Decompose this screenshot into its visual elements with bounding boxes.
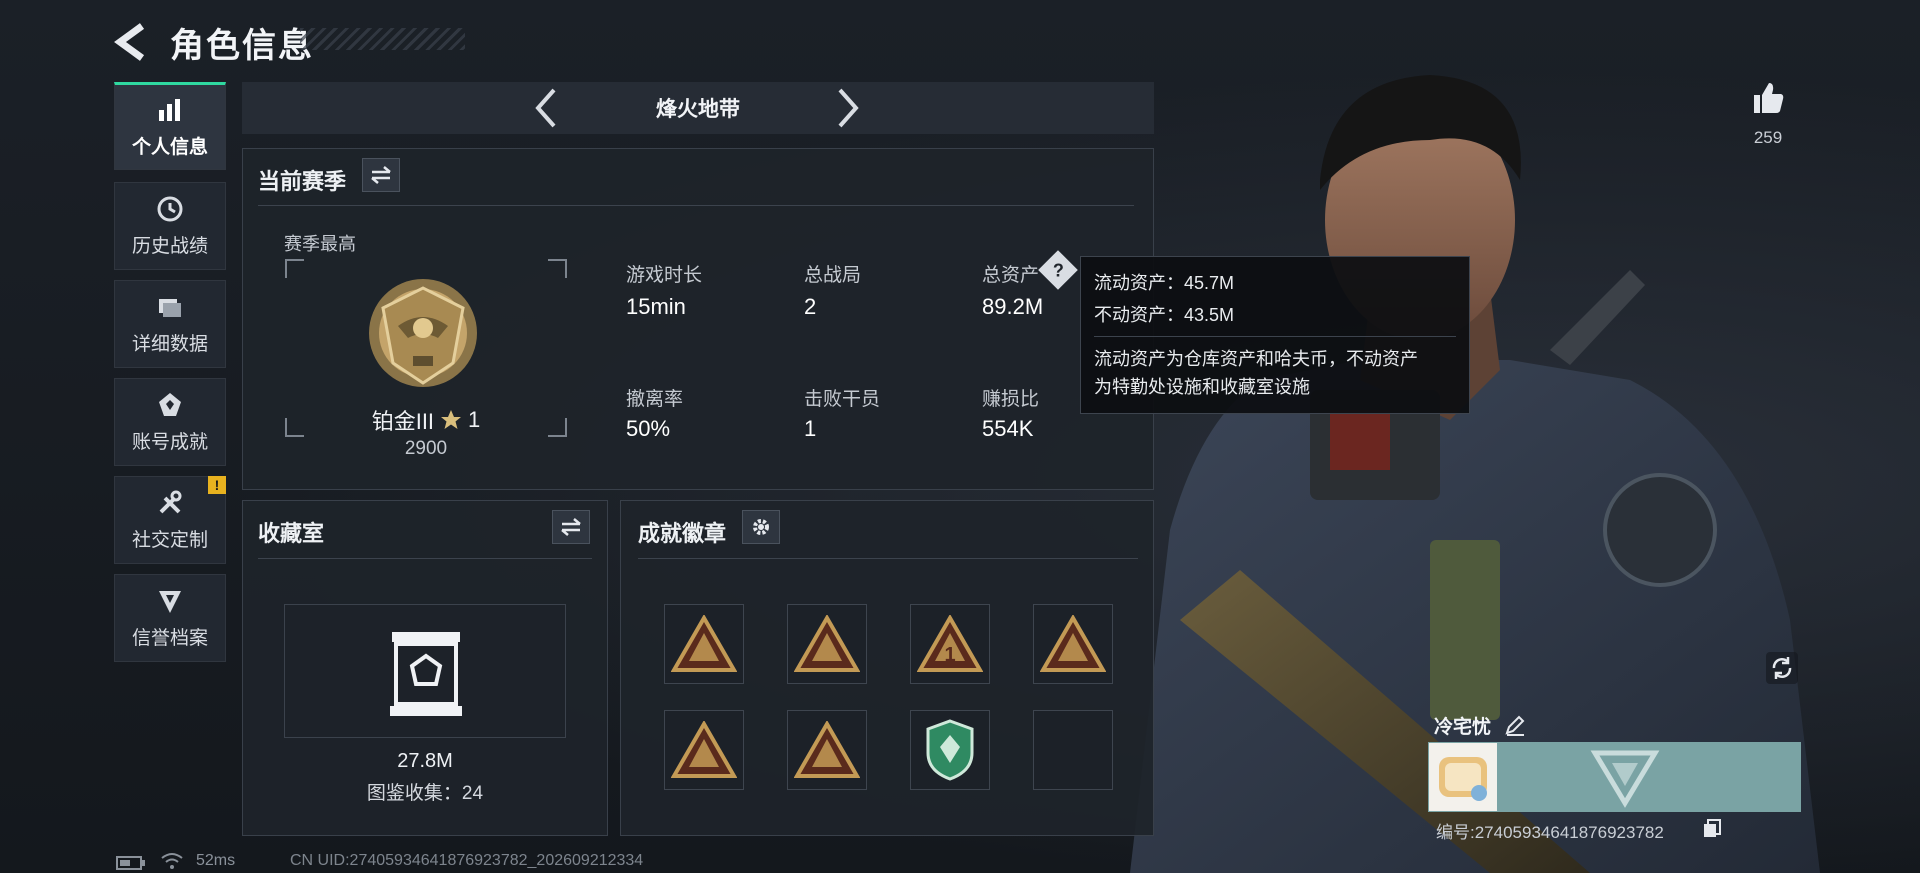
rank-line: 铂金III 1 [284,404,568,436]
stat-value-extract-rate: 50% [626,416,671,441]
edit-pencil-icon[interactable] [1504,714,1526,736]
wifi-icon [161,853,183,869]
badge-slot[interactable] [787,710,867,790]
collection-value: 27.8M [397,750,453,772]
swap-collection-button[interactable] [552,510,590,544]
sidebar-item-history[interactable]: 历史战绩 [114,182,226,270]
shield-badge-icon [926,719,974,781]
season-best-label: 赛季最高 [284,234,356,254]
chevron-left-icon[interactable] [532,86,562,130]
avatar[interactable] [1429,743,1497,811]
triangle-badge-icon: 1 [917,615,983,672]
badge-slot[interactable] [1033,604,1113,684]
triangle-badge-icon [794,721,860,778]
triangle-badge-icon [794,615,860,672]
stat-label-kills: 击败干员 [804,389,881,410]
sidebar-item-label: 账号成就 [131,431,208,453]
sidebar-item-label: 个人信息 [131,136,208,158]
tooltip-desc-2: 为特勤处设施和收藏室设施 [1094,377,1310,397]
sidebar-item-label: 信誉档案 [131,627,208,649]
divider [638,558,1138,559]
player-name: 冷宅忧 [1434,717,1492,738]
like-count: 259 [1753,128,1783,147]
history-clock-icon [157,196,183,221]
display-case-icon [390,632,462,716]
rank-emblem-icon [369,279,477,387]
back-arrow-icon[interactable] [112,22,152,62]
swap-icon [371,166,391,184]
badge-number: 1 [944,644,955,666]
badge-slot[interactable] [1033,710,1113,790]
sidebar-item-label: 详细数据 [131,333,208,355]
sidebar-item-label: 历史战绩 [131,235,208,257]
stat-label-profit-ratio: 赚损比 [982,389,1040,410]
battery-icon [116,856,145,870]
bread-avatar-icon [1439,757,1487,801]
badge-slot[interactable]: 1 [910,604,990,684]
shield-emblem-icon [159,590,181,613]
triangle-badge-icon [671,615,737,672]
stat-value-profit-ratio: 554K [982,416,1034,441]
sidebar-item-label: 社交定制 [131,529,208,551]
tooltip-fixed: 不动资产：43.5M [1094,305,1235,325]
gear-icon [753,519,769,535]
rank-stars: 1 [468,407,481,432]
thumbs-up-icon[interactable] [1750,80,1786,116]
star-icon [441,410,462,429]
sidebar-item-achievements[interactable]: 账号成就 [114,378,226,466]
warning-badge: ! [208,476,226,494]
title-decoration [300,28,465,50]
bar-chart-icon [159,98,180,121]
badge-slot[interactable] [664,604,744,684]
triangle-badge-icon [1040,615,1106,672]
sidebar-item-personal-info[interactable]: 个人信息 [114,82,226,170]
divider [1094,336,1456,337]
copy-icon[interactable] [1702,818,1722,838]
tooltip-desc-1: 流动资产为仓库资产和哈夫币，不动资产 [1094,349,1418,369]
page-title: 角色信息 [170,27,314,65]
rank-name: 铂金III [371,409,435,434]
divider [258,558,592,559]
sidebar-item-credit[interactable]: 信誉档案 [114,574,226,662]
stat-value-matches: 2 [804,294,817,319]
stat-value-assets: 89.2M [982,294,1044,319]
chevron-right-icon[interactable] [832,86,862,130]
player-id: 编号:2740593464187692378​2 [1436,823,1664,842]
badge-settings-button[interactable] [742,510,780,544]
stat-label-matches: 总战局 [804,265,862,286]
badge-slot[interactable] [910,710,990,790]
achievement-emblem-icon [159,392,181,416]
badges-title: 成就徽章 [638,521,727,546]
badge-slot[interactable] [787,604,867,684]
rank-points: 2900 [404,438,448,459]
tools-icon [159,490,182,513]
uid-text: CN UID:2740593464187692378​2_20260921233… [290,852,644,869]
triangle-badge-icon [671,721,737,778]
assets-tooltip: 流动资产：45.7M 不动资产：43.5M 流动资产为仓库资产和哈夫币，不动资产… [1080,256,1470,414]
stat-label-assets: 总资产 [982,265,1040,286]
refresh-icon[interactable] [1766,652,1798,684]
swap-icon [561,518,581,536]
folders-icon [159,298,181,317]
team-logo-icon [1590,750,1660,808]
tooltip-liquid: 流动资产：45.7M [1094,273,1235,293]
stat-value-playtime: 15min [626,294,686,319]
ping-value: 52ms [196,852,236,869]
stat-value-kills: 1 [804,416,817,441]
collection-catalog: 图鉴收集：24 [366,783,484,804]
stat-label-extract-rate: 撤离率 [626,389,684,410]
help-icon-glyph: ? [1052,260,1064,280]
season-title: 当前赛季 [258,169,347,194]
badge-slot[interactable] [664,710,744,790]
divider [258,205,1134,206]
swap-season-button[interactable] [362,158,400,192]
stat-label-playtime: 游戏时长 [626,265,703,286]
sidebar-item-detailed-data[interactable]: 详细数据 [114,280,226,368]
collection-title: 收藏室 [258,521,325,546]
mode-name: 烽火地带 [656,98,740,121]
